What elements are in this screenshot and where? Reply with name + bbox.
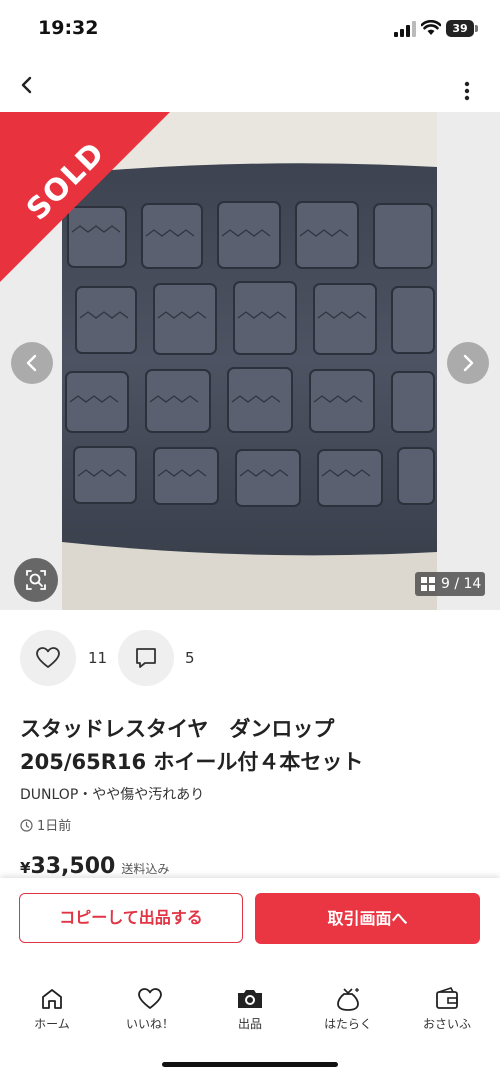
heart-icon — [36, 647, 60, 668]
product-image-gallery[interactable]: SOLD 9 / 14 — [0, 112, 500, 610]
tab-likes[interactable]: いいね！ — [110, 986, 190, 1032]
currency-symbol: ¥ — [20, 859, 31, 877]
image-search-icon — [26, 570, 46, 590]
status-bar: 19:32 39 — [0, 0, 500, 58]
like-count: 11 — [88, 649, 108, 667]
like-button[interactable] — [20, 630, 76, 686]
trade-screen-button[interactable]: 取引画面へ — [255, 893, 480, 944]
cellular-signal-icon — [394, 21, 416, 37]
grid-icon — [421, 577, 435, 591]
comment-icon — [136, 648, 156, 668]
clock-icon — [20, 819, 33, 832]
price-amount: 33,500 — [30, 854, 116, 879]
tab-label: ホーム — [34, 1017, 70, 1031]
tab-sell[interactable]: 出品 — [210, 986, 290, 1032]
tab-wallet[interactable]: おさいふ — [407, 986, 487, 1032]
brand-condition[interactable]: DUNLOP・やや傷や汚れあり — [20, 784, 204, 804]
chevron-left-icon — [26, 354, 37, 372]
tab-label: 出品 — [237, 1017, 262, 1031]
chevron-left-icon[interactable] — [10, 64, 50, 104]
battery-level: 39 — [452, 22, 468, 35]
wifi-icon — [421, 20, 441, 35]
tab-work[interactable]: はたらく — [308, 986, 388, 1032]
more-vertical-icon[interactable] — [450, 66, 484, 104]
heart-icon — [138, 988, 162, 1009]
camera-icon — [238, 990, 262, 1008]
item-title: スタッドレスタイヤ ダンロップ 205/65R16 ホイール付４本セット — [20, 713, 480, 779]
chevron-right-icon — [463, 354, 474, 372]
comment-count: 5 — [185, 649, 195, 667]
comment-button[interactable] — [118, 630, 174, 686]
shipping-included-label: 送料込み — [121, 862, 170, 876]
home-icon — [42, 989, 62, 1009]
posted-time: 1日前 — [20, 815, 71, 834]
image-search-button[interactable] — [14, 558, 58, 602]
action-bar: コピーして出品する 取引画面へ — [0, 878, 500, 960]
image-counter-text: 9 / 14 — [441, 576, 482, 592]
price: ¥33,500 送料込み — [20, 854, 169, 879]
top-nav — [0, 58, 500, 112]
tab-label: おさいふ — [422, 1017, 471, 1031]
money-bag-icon — [337, 988, 359, 1011]
item-title-line2: 205/65R16 ホイール付４本セット — [20, 750, 364, 774]
status-time: 19:32 — [38, 17, 99, 39]
tab-home[interactable]: ホーム — [12, 986, 92, 1032]
posted-time-text: 1日前 — [37, 819, 72, 834]
sold-banner: SOLD — [0, 112, 170, 282]
copy-listing-button[interactable]: コピーして出品する — [19, 893, 243, 943]
tab-label: はたらく — [324, 1017, 372, 1031]
image-counter[interactable]: 9 / 14 — [415, 572, 485, 596]
wallet-icon — [436, 987, 458, 1009]
next-image-button[interactable] — [447, 342, 489, 384]
item-title-line1: スタッドレスタイヤ ダンロップ — [20, 717, 335, 741]
tab-label: いいね！ — [125, 1017, 174, 1031]
previous-image-button[interactable] — [11, 342, 53, 384]
battery-icon: 39 — [446, 20, 478, 37]
home-indicator — [162, 1062, 338, 1067]
